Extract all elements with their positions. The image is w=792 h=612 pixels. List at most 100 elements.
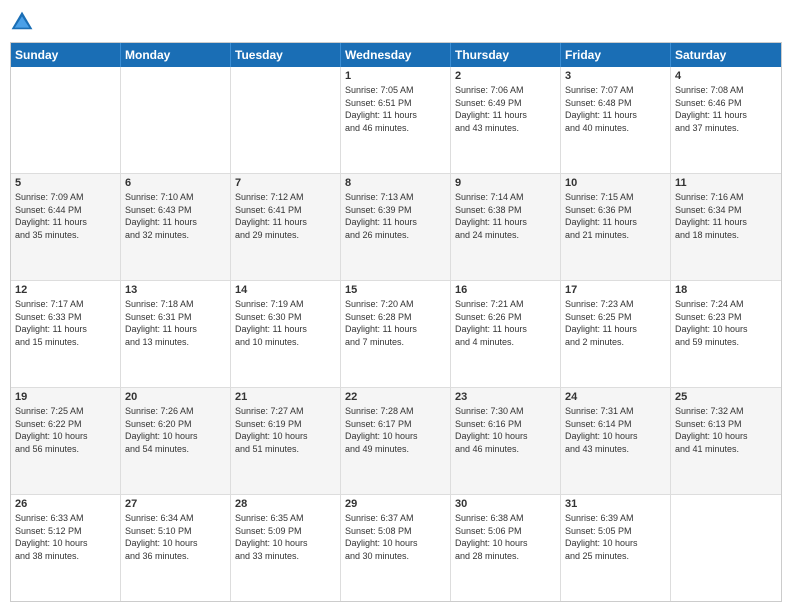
- day-number: 24: [565, 391, 666, 403]
- cell-info-line: Daylight: 11 hours: [345, 109, 446, 122]
- cal-cell: 11Sunrise: 7:16 AMSunset: 6:34 PMDayligh…: [671, 174, 781, 280]
- cell-info-line: Sunset: 6:13 PM: [675, 418, 777, 431]
- cell-info-line: Daylight: 11 hours: [125, 323, 226, 336]
- cell-info-line: Daylight: 10 hours: [565, 537, 666, 550]
- cal-cell: 4Sunrise: 7:08 AMSunset: 6:46 PMDaylight…: [671, 67, 781, 173]
- cell-info-line: Sunset: 5:05 PM: [565, 525, 666, 538]
- week-row-4: 19Sunrise: 7:25 AMSunset: 6:22 PMDayligh…: [11, 388, 781, 495]
- day-number: 18: [675, 284, 777, 296]
- cell-info-line: Daylight: 10 hours: [235, 430, 336, 443]
- cell-info-line: Sunset: 6:39 PM: [345, 204, 446, 217]
- cell-info-line: Daylight: 10 hours: [455, 430, 556, 443]
- cell-info-line: Sunrise: 7:06 AM: [455, 84, 556, 97]
- cal-cell: 14Sunrise: 7:19 AMSunset: 6:30 PMDayligh…: [231, 281, 341, 387]
- cell-info-line: Sunrise: 7:23 AM: [565, 298, 666, 311]
- cell-info-line: Sunrise: 7:20 AM: [345, 298, 446, 311]
- logo: [10, 10, 38, 34]
- day-number: 1: [345, 70, 446, 82]
- cal-cell: 9Sunrise: 7:14 AMSunset: 6:38 PMDaylight…: [451, 174, 561, 280]
- cal-cell: [671, 495, 781, 601]
- day-number: 10: [565, 177, 666, 189]
- cell-info-line: Sunset: 6:38 PM: [455, 204, 556, 217]
- cell-info-line: Sunrise: 7:24 AM: [675, 298, 777, 311]
- cell-info-line: Sunset: 5:06 PM: [455, 525, 556, 538]
- cal-cell: 24Sunrise: 7:31 AMSunset: 6:14 PMDayligh…: [561, 388, 671, 494]
- week-row-1: 1Sunrise: 7:05 AMSunset: 6:51 PMDaylight…: [11, 67, 781, 174]
- day-number: 16: [455, 284, 556, 296]
- cell-info-line: Daylight: 10 hours: [235, 537, 336, 550]
- cell-info-line: and 56 minutes.: [15, 443, 116, 456]
- cell-info-line: Sunset: 6:43 PM: [125, 204, 226, 217]
- day-number: 2: [455, 70, 556, 82]
- day-number: 6: [125, 177, 226, 189]
- cell-info-line: and 46 minutes.: [455, 443, 556, 456]
- cell-info-line: and 24 minutes.: [455, 229, 556, 242]
- cell-info-line: and 29 minutes.: [235, 229, 336, 242]
- day-number: 26: [15, 498, 116, 510]
- day-number: 4: [675, 70, 777, 82]
- cell-info-line: and 51 minutes.: [235, 443, 336, 456]
- week-row-2: 5Sunrise: 7:09 AMSunset: 6:44 PMDaylight…: [11, 174, 781, 281]
- cell-info-line: Sunrise: 7:30 AM: [455, 405, 556, 418]
- cell-info-line: Sunrise: 7:15 AM: [565, 191, 666, 204]
- cal-cell: 13Sunrise: 7:18 AMSunset: 6:31 PMDayligh…: [121, 281, 231, 387]
- day-number: 30: [455, 498, 556, 510]
- cell-info-line: Sunrise: 7:13 AM: [345, 191, 446, 204]
- cell-info-line: and 13 minutes.: [125, 336, 226, 349]
- page: SundayMondayTuesdayWednesdayThursdayFrid…: [0, 0, 792, 612]
- cell-info-line: Daylight: 11 hours: [455, 216, 556, 229]
- cell-info-line: Sunset: 5:12 PM: [15, 525, 116, 538]
- cell-info-line: Daylight: 10 hours: [125, 537, 226, 550]
- cell-info-line: Daylight: 11 hours: [345, 323, 446, 336]
- cell-info-line: and 35 minutes.: [15, 229, 116, 242]
- header-day-friday: Friday: [561, 43, 671, 67]
- header-day-wednesday: Wednesday: [341, 43, 451, 67]
- cell-info-line: Sunrise: 7:12 AM: [235, 191, 336, 204]
- cell-info-line: Sunset: 6:46 PM: [675, 97, 777, 110]
- day-number: 27: [125, 498, 226, 510]
- cell-info-line: and 49 minutes.: [345, 443, 446, 456]
- cal-cell: 26Sunrise: 6:33 AMSunset: 5:12 PMDayligh…: [11, 495, 121, 601]
- cell-info-line: and 28 minutes.: [455, 550, 556, 563]
- cell-info-line: Sunrise: 7:21 AM: [455, 298, 556, 311]
- cell-info-line: Sunrise: 6:38 AM: [455, 512, 556, 525]
- cell-info-line: Sunset: 6:14 PM: [565, 418, 666, 431]
- cell-info-line: Sunset: 6:22 PM: [15, 418, 116, 431]
- cell-info-line: Sunrise: 7:09 AM: [15, 191, 116, 204]
- cell-info-line: Sunrise: 7:18 AM: [125, 298, 226, 311]
- cell-info-line: Daylight: 11 hours: [15, 323, 116, 336]
- cell-info-line: Daylight: 11 hours: [235, 323, 336, 336]
- cal-cell: 18Sunrise: 7:24 AMSunset: 6:23 PMDayligh…: [671, 281, 781, 387]
- cell-info-line: Daylight: 11 hours: [675, 109, 777, 122]
- cell-info-line: Daylight: 10 hours: [675, 430, 777, 443]
- calendar-header: SundayMondayTuesdayWednesdayThursdayFrid…: [11, 43, 781, 67]
- day-number: 25: [675, 391, 777, 403]
- cell-info-line: and 38 minutes.: [15, 550, 116, 563]
- day-number: 20: [125, 391, 226, 403]
- cal-cell: 10Sunrise: 7:15 AMSunset: 6:36 PMDayligh…: [561, 174, 671, 280]
- cell-info-line: Daylight: 10 hours: [345, 537, 446, 550]
- cell-info-line: and 26 minutes.: [345, 229, 446, 242]
- day-number: 23: [455, 391, 556, 403]
- cell-info-line: and 41 minutes.: [675, 443, 777, 456]
- cell-info-line: Daylight: 10 hours: [455, 537, 556, 550]
- cell-info-line: Sunset: 6:51 PM: [345, 97, 446, 110]
- logo-icon: [10, 10, 34, 34]
- day-number: 29: [345, 498, 446, 510]
- cell-info-line: Daylight: 11 hours: [565, 109, 666, 122]
- cell-info-line: Sunset: 5:10 PM: [125, 525, 226, 538]
- cell-info-line: and 43 minutes.: [455, 122, 556, 135]
- cell-info-line: Daylight: 11 hours: [455, 109, 556, 122]
- day-number: 12: [15, 284, 116, 296]
- cell-info-line: and 15 minutes.: [15, 336, 116, 349]
- header-day-thursday: Thursday: [451, 43, 561, 67]
- cell-info-line: Sunset: 6:26 PM: [455, 311, 556, 324]
- cal-cell: 29Sunrise: 6:37 AMSunset: 5:08 PMDayligh…: [341, 495, 451, 601]
- cell-info-line: Sunset: 6:30 PM: [235, 311, 336, 324]
- cal-cell: 31Sunrise: 6:39 AMSunset: 5:05 PMDayligh…: [561, 495, 671, 601]
- day-number: 22: [345, 391, 446, 403]
- cell-info-line: Sunset: 6:17 PM: [345, 418, 446, 431]
- cal-cell: 22Sunrise: 7:28 AMSunset: 6:17 PMDayligh…: [341, 388, 451, 494]
- cell-info-line: Daylight: 10 hours: [125, 430, 226, 443]
- cal-cell: [231, 67, 341, 173]
